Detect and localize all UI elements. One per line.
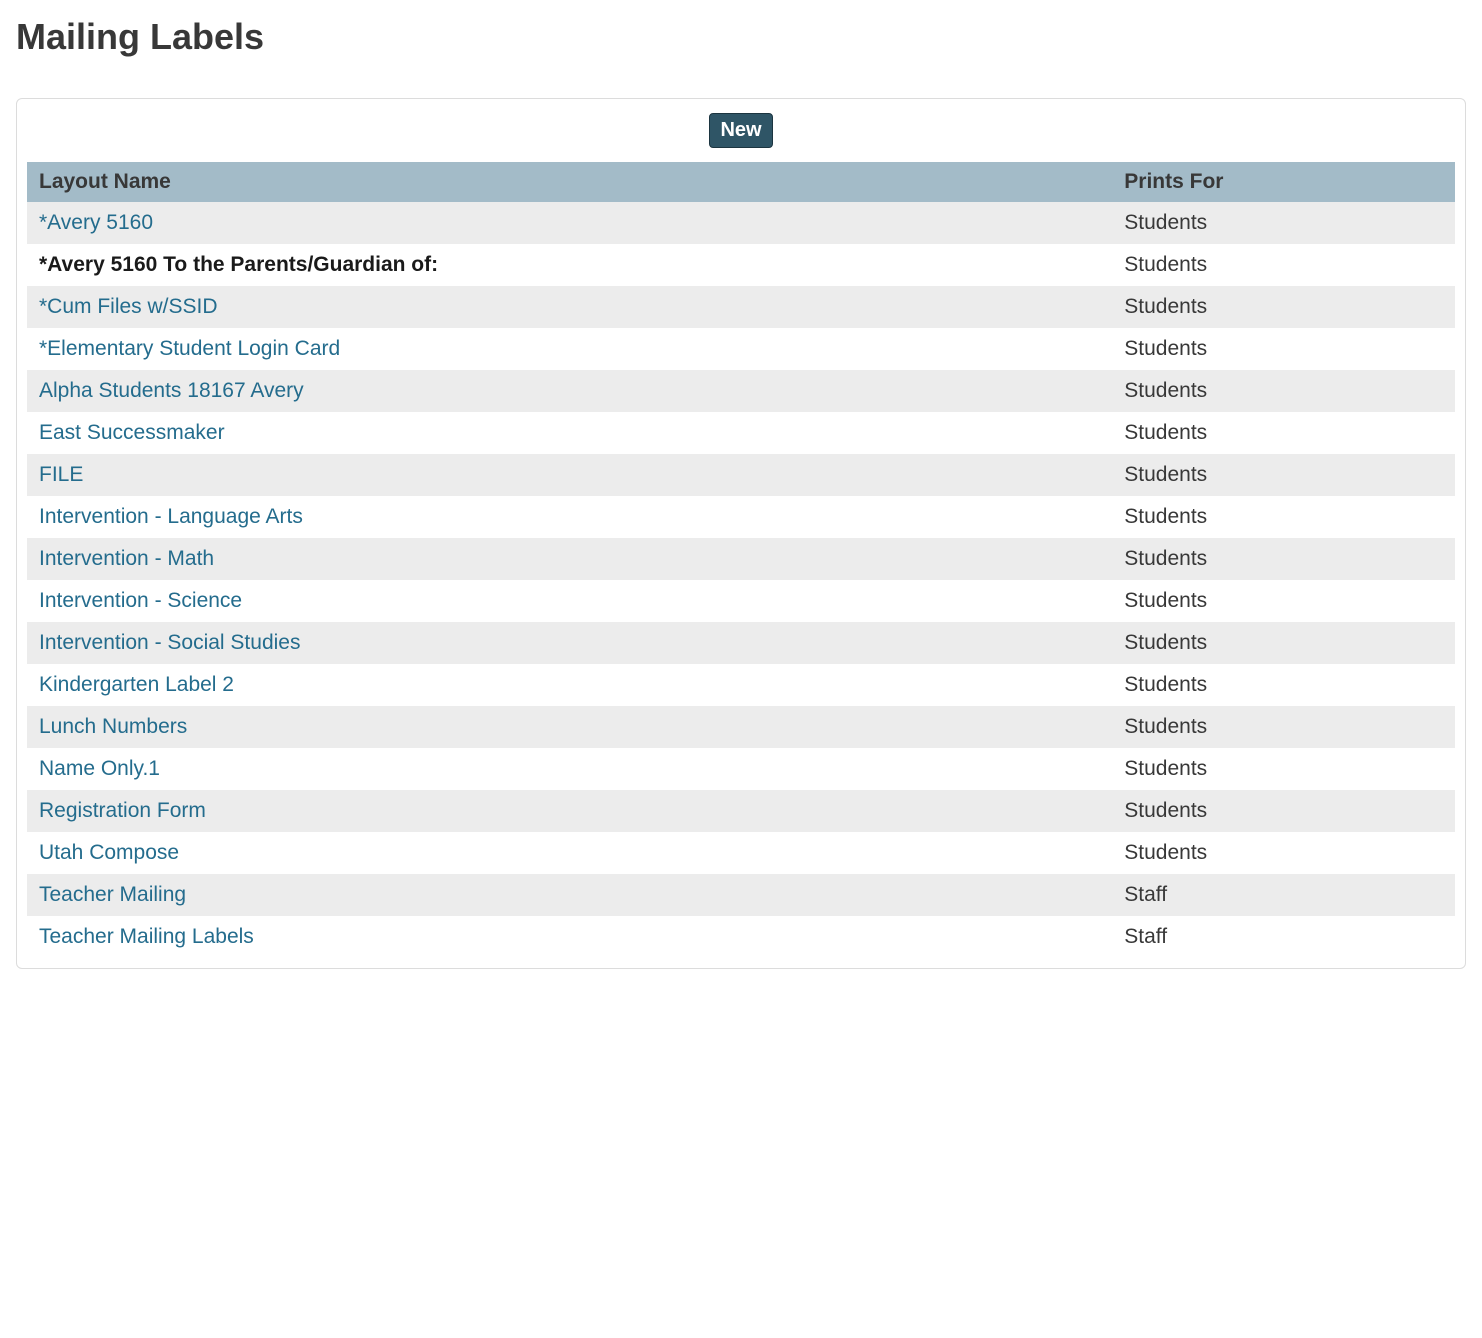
prints-for-cell: Students	[1112, 328, 1455, 370]
prints-for-cell: Staff	[1112, 874, 1455, 916]
table-row: East SuccessmakerStudents	[27, 412, 1455, 454]
layout-name-cell[interactable]: Intervention - Science	[27, 580, 1112, 622]
table-row: Utah ComposeStudents	[27, 832, 1455, 874]
table-row: Alpha Students 18167 AveryStudents	[27, 370, 1455, 412]
toolbar: New	[27, 113, 1455, 148]
page-title: Mailing Labels	[16, 16, 1466, 58]
table-row: *Cum Files w/SSIDStudents	[27, 286, 1455, 328]
table-row: Intervention - MathStudents	[27, 538, 1455, 580]
layout-name-cell[interactable]: Alpha Students 18167 Avery	[27, 370, 1112, 412]
prints-for-cell: Students	[1112, 286, 1455, 328]
new-button[interactable]: New	[709, 113, 772, 148]
layout-name-cell[interactable]: Intervention - Math	[27, 538, 1112, 580]
prints-for-cell: Students	[1112, 244, 1455, 286]
table-row: Intervention - Social StudiesStudents	[27, 622, 1455, 664]
mailing-labels-panel: New Layout Name Prints For *Avery 5160St…	[16, 98, 1466, 969]
prints-for-cell: Students	[1112, 202, 1455, 244]
prints-for-cell: Students	[1112, 370, 1455, 412]
mailing-labels-table: Layout Name Prints For *Avery 5160Studen…	[27, 162, 1455, 958]
layout-name-cell[interactable]: Teacher Mailing	[27, 874, 1112, 916]
prints-for-cell: Students	[1112, 496, 1455, 538]
layout-name-cell[interactable]: FILE	[27, 454, 1112, 496]
layout-name-cell[interactable]: Intervention - Language Arts	[27, 496, 1112, 538]
table-row: Registration FormStudents	[27, 790, 1455, 832]
prints-for-cell: Students	[1112, 790, 1455, 832]
table-row: Teacher MailingStaff	[27, 874, 1455, 916]
prints-for-cell: Students	[1112, 748, 1455, 790]
prints-for-cell: Students	[1112, 412, 1455, 454]
layout-name-cell[interactable]: Lunch Numbers	[27, 706, 1112, 748]
prints-for-cell: Students	[1112, 580, 1455, 622]
table-header-row: Layout Name Prints For	[27, 162, 1455, 202]
layout-name-cell[interactable]: *Cum Files w/SSID	[27, 286, 1112, 328]
layout-name-cell[interactable]: Kindergarten Label 2	[27, 664, 1112, 706]
layout-name-cell[interactable]: Intervention - Social Studies	[27, 622, 1112, 664]
table-row: Name Only.1Students	[27, 748, 1455, 790]
prints-for-cell: Students	[1112, 832, 1455, 874]
prints-for-cell: Students	[1112, 454, 1455, 496]
layout-name-cell[interactable]: Teacher Mailing Labels	[27, 916, 1112, 958]
layout-name-cell[interactable]: *Avery 5160	[27, 202, 1112, 244]
prints-for-cell: Staff	[1112, 916, 1455, 958]
header-layout-name: Layout Name	[27, 162, 1112, 202]
table-row: FILEStudents	[27, 454, 1455, 496]
layout-name-cell[interactable]: *Elementary Student Login Card	[27, 328, 1112, 370]
layout-name-cell: *Avery 5160 To the Parents/Guardian of:	[27, 244, 1112, 286]
table-row: *Avery 5160Students	[27, 202, 1455, 244]
prints-for-cell: Students	[1112, 538, 1455, 580]
prints-for-cell: Students	[1112, 664, 1455, 706]
table-row: *Elementary Student Login CardStudents	[27, 328, 1455, 370]
layout-name-cell[interactable]: East Successmaker	[27, 412, 1112, 454]
table-row: *Avery 5160 To the Parents/Guardian of:S…	[27, 244, 1455, 286]
table-row: Teacher Mailing LabelsStaff	[27, 916, 1455, 958]
layout-name-cell[interactable]: Name Only.1	[27, 748, 1112, 790]
prints-for-cell: Students	[1112, 706, 1455, 748]
table-row: Lunch NumbersStudents	[27, 706, 1455, 748]
table-row: Kindergarten Label 2Students	[27, 664, 1455, 706]
layout-name-cell[interactable]: Registration Form	[27, 790, 1112, 832]
layout-name-cell[interactable]: Utah Compose	[27, 832, 1112, 874]
table-row: Intervention - Language ArtsStudents	[27, 496, 1455, 538]
prints-for-cell: Students	[1112, 622, 1455, 664]
header-prints-for: Prints For	[1112, 162, 1455, 202]
table-row: Intervention - ScienceStudents	[27, 580, 1455, 622]
